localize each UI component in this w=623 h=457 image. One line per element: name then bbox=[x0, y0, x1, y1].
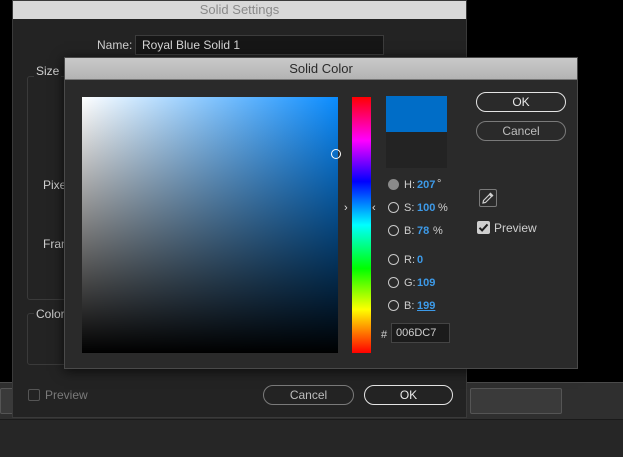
hue-slider-left-arrow[interactable]: › bbox=[344, 202, 348, 214]
green-label: G: bbox=[404, 277, 416, 289]
saturation-unit: % bbox=[438, 202, 448, 214]
hue-value[interactable]: 207 bbox=[417, 179, 435, 191]
brightness-label: B: bbox=[404, 225, 415, 237]
solid-color-dialog: Solid Color › ‹ H: 207 ° S: 100 % B: 78 … bbox=[64, 57, 578, 369]
color-cancel-button[interactable]: Cancel bbox=[476, 121, 566, 141]
color-title: Solid Color bbox=[289, 61, 353, 76]
eyedropper-icon bbox=[482, 192, 494, 204]
saturation-label: S: bbox=[404, 202, 415, 214]
red-radio[interactable] bbox=[388, 254, 399, 265]
blue-value[interactable]: 199 bbox=[417, 300, 435, 312]
saturation-brightness-field[interactable] bbox=[82, 97, 341, 353]
red-value[interactable]: 0 bbox=[417, 254, 423, 266]
blue-radio[interactable] bbox=[388, 300, 399, 311]
color-preview-label: Preview bbox=[494, 221, 537, 235]
hue-slider[interactable] bbox=[352, 97, 371, 353]
hue-label: H: bbox=[404, 179, 415, 191]
color-group-label: Color bbox=[34, 307, 67, 321]
settings-preview-checkbox[interactable] bbox=[28, 389, 40, 401]
saturation-radio[interactable] bbox=[388, 202, 399, 213]
red-label: R: bbox=[404, 254, 415, 266]
hex-input[interactable]: 006DC7 bbox=[391, 323, 450, 343]
color-ok-button[interactable]: OK bbox=[476, 92, 566, 112]
background-tab bbox=[470, 388, 562, 414]
settings-title: Solid Settings bbox=[199, 2, 280, 17]
hue-radio[interactable] bbox=[388, 179, 399, 190]
hue-unit: ° bbox=[437, 178, 442, 190]
original-color-swatch[interactable] bbox=[386, 132, 447, 168]
settings-ok-button[interactable]: OK bbox=[364, 385, 453, 405]
hue-slider-right-arrow[interactable]: ‹ bbox=[372, 202, 376, 214]
checkmark-icon bbox=[478, 223, 489, 232]
brightness-radio[interactable] bbox=[388, 225, 399, 236]
brightness-value[interactable]: 78 bbox=[417, 225, 429, 237]
settings-cancel-button[interactable]: Cancel bbox=[263, 385, 354, 405]
settings-preview-label: Preview bbox=[45, 388, 88, 402]
name-label: Name: bbox=[97, 38, 133, 52]
size-group-label: Size bbox=[34, 64, 62, 78]
new-color-swatch bbox=[386, 96, 447, 132]
blue-label: B: bbox=[404, 300, 415, 312]
settings-titlebar[interactable]: Solid Settings bbox=[13, 1, 466, 19]
color-preview-checkbox[interactable] bbox=[477, 221, 490, 234]
color-field-cursor[interactable] bbox=[331, 149, 341, 159]
hex-symbol: # bbox=[381, 329, 388, 341]
saturation-value[interactable]: 100 bbox=[417, 202, 435, 214]
green-value[interactable]: 109 bbox=[417, 277, 435, 289]
color-titlebar[interactable]: Solid Color bbox=[65, 58, 577, 80]
name-field[interactable]: Royal Blue Solid 1 bbox=[135, 35, 384, 55]
green-radio[interactable] bbox=[388, 277, 399, 288]
brightness-unit: % bbox=[433, 225, 443, 237]
background-timeline-bar bbox=[0, 420, 623, 457]
eyedropper-button[interactable] bbox=[479, 189, 497, 207]
